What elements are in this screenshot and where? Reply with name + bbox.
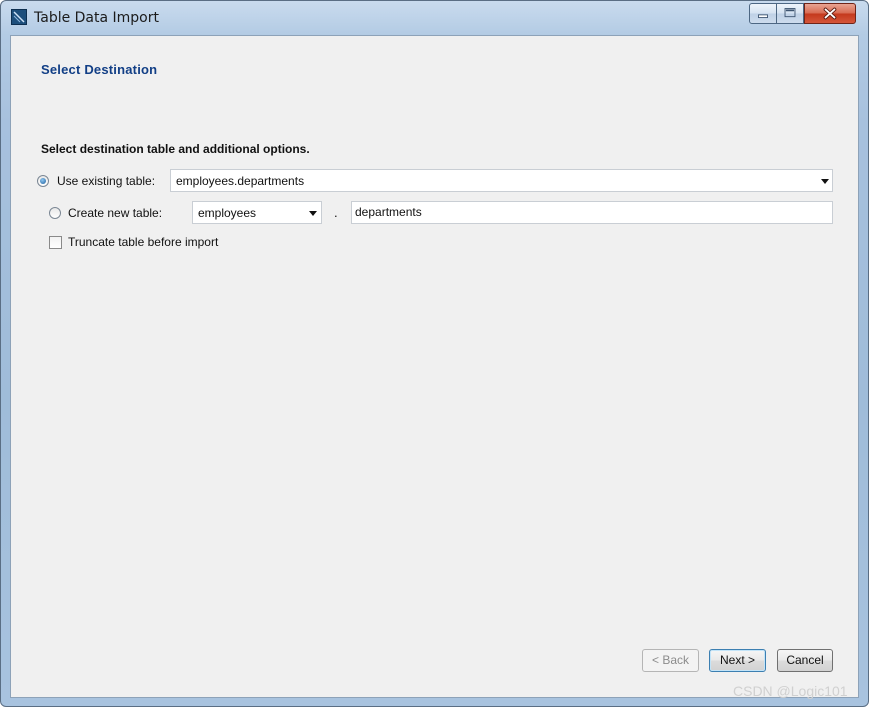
cancel-button[interactable]: Cancel <box>777 649 833 672</box>
csdn-watermark: CSDN @Logic101 <box>733 683 848 699</box>
schema-select[interactable]: employees <box>192 201 322 224</box>
use-existing-table-radio[interactable] <box>37 175 49 187</box>
schema-value: employees <box>198 206 257 220</box>
use-existing-table-label: Use existing table: <box>57 174 156 188</box>
page-subtitle: Select destination table and additional … <box>41 142 310 156</box>
back-button[interactable]: < Back <box>642 649 699 672</box>
schema-table-separator: . <box>334 205 338 220</box>
new-table-name-input[interactable]: departments <box>351 201 833 224</box>
maximize-icon <box>784 8 796 18</box>
maximize-button[interactable] <box>777 3 804 24</box>
window-title: Table Data Import <box>34 10 159 26</box>
import-dialog-window: Table Data Import Select Destination Sel… <box>0 0 869 707</box>
truncate-table-label: Truncate table before import <box>68 235 219 249</box>
next-button[interactable]: Next > <box>709 649 766 672</box>
minimize-button[interactable] <box>749 3 777 24</box>
chevron-down-icon <box>821 179 829 184</box>
minimize-icon <box>758 14 768 19</box>
chevron-down-icon <box>309 211 317 216</box>
page-title: Select Destination <box>41 62 158 77</box>
dialog-content: Select Destination Select destination ta… <box>10 35 859 698</box>
title-bar[interactable]: Table Data Import <box>1 1 868 35</box>
truncate-table-checkbox[interactable] <box>49 236 62 249</box>
create-new-table-radio[interactable] <box>49 207 61 219</box>
existing-table-value: employees.departments <box>176 174 305 188</box>
close-button[interactable] <box>804 3 856 24</box>
mysql-workbench-app-icon <box>11 9 27 25</box>
create-new-table-label: Create new table: <box>68 206 163 220</box>
close-icon <box>823 7 837 20</box>
existing-table-select[interactable]: employees.departments <box>170 169 833 192</box>
